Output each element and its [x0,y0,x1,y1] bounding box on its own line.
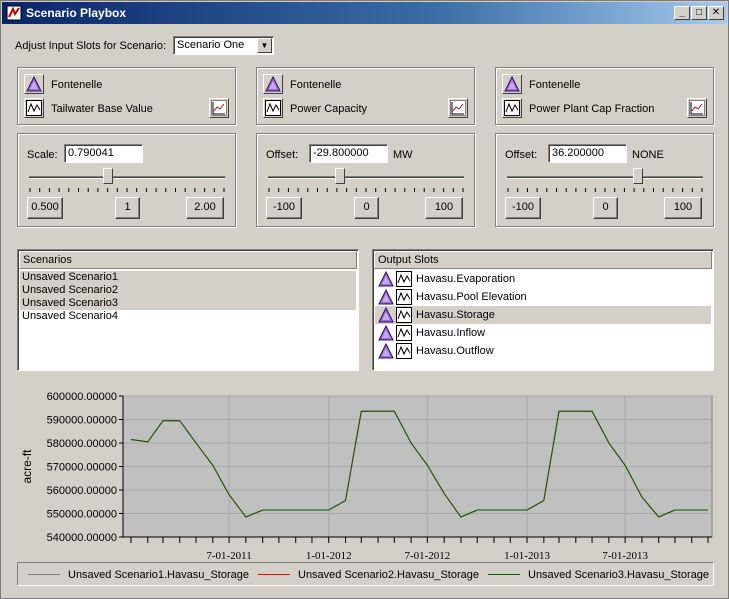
slot-name: Tailwater Base Value [51,103,153,115]
output-slot-row[interactable]: Havasu.Storage [375,306,711,324]
field-label: Offset: [505,149,538,161]
x-tick-label: 7-01-2012 [404,550,450,562]
preset-button[interactable]: 1 [115,197,140,219]
slot-icon[interactable] [502,98,522,118]
y-tick-label: 550000.00000 [47,509,117,521]
adjust-panel: Offset: 36.200000 NONE -100 0 100 [495,133,714,227]
value-input[interactable]: 36.200000 [548,144,627,163]
scenario-row[interactable]: Unsaved Scenario2 [20,284,356,297]
slot-icon[interactable] [263,98,283,118]
window-title: Scenario Playbox [26,6,127,20]
output-slot-label: Havasu.Evaporation [416,273,516,285]
output-slots-header[interactable]: Output Slots [374,251,712,269]
y-tick-label: 540000.00000 [47,532,117,544]
preset-button[interactable]: 2.00 [186,197,224,219]
plot-icon[interactable] [687,98,707,118]
object-icon [378,342,394,365]
preset-button[interactable]: 0 [593,197,618,219]
adjust-panel: Offset: -29.800000 MW -100 0 100 [256,133,475,227]
slider-track[interactable] [507,176,703,179]
plot-icon[interactable] [448,98,468,118]
y-tick-label: 580000.00000 [47,438,117,450]
maximize-button[interactable]: □ [691,6,707,20]
field-label: Offset: [266,149,299,161]
y-tick-label: 590000.00000 [47,415,117,427]
legend-swatch [488,574,520,575]
slot-selector-panel: Fontenelle Power Plant Cap Fraction [495,67,714,125]
object-name: Fontenelle [51,79,103,91]
x-tick-label: 7-01-2011 [206,550,251,562]
legend-label: Unsaved Scenario3.Havasu_Storage [528,569,710,581]
scenario-playbox-window: Scenario Playbox _ □ ✕ Adjust Input Slot… [0,0,729,599]
scenarios-header[interactable]: Scenarios [19,251,357,269]
minimize-button[interactable]: _ [674,6,690,20]
slider-thumb[interactable] [633,168,643,184]
slider-thumb[interactable] [103,168,113,184]
scenario-select[interactable]: Scenario One ▼ [173,36,274,55]
x-tick-label: 1-01-2012 [306,550,352,562]
scenario-row[interactable]: Unsaved Scenario4 [20,310,356,323]
y-tick-label: 560000.00000 [47,485,117,497]
x-tick-label: 1-01-2013 [504,550,550,562]
y-axis-label: acre-ft [20,449,34,484]
output-slot-label: Havasu.Outflow [416,345,494,357]
slot-name: Power Plant Cap Fraction [529,103,655,115]
object-icon[interactable] [24,74,44,94]
chart-legend: Unsaved Scenario1.Havasu_Storage Unsaved … [17,562,714,586]
output-slot-row[interactable]: Havasu.Outflow [375,342,711,360]
output-slot-row[interactable]: Havasu.Pool Elevation [375,288,711,306]
value-input[interactable]: 0.790041 [64,144,143,163]
legend-label: Unsaved Scenario1.Havasu_Storage [68,569,250,581]
output-slot-label: Havasu.Pool Elevation [416,291,527,303]
preset-button[interactable]: 100 [425,197,463,219]
y-tick-label: 600000.00000 [47,391,117,403]
slider-track[interactable] [268,176,464,179]
object-name: Fontenelle [290,79,342,91]
scenario-row[interactable]: Unsaved Scenario3 [20,297,356,310]
slider-ticks [29,188,225,192]
output-slot-row[interactable]: Havasu.Evaporation [375,270,711,288]
output-slots-list[interactable]: Output Slots Havasu.Evaporation Havasu.Po… [372,249,714,371]
unit-label: MW [393,149,413,161]
preset-button[interactable]: -100 [505,197,541,219]
storage-chart: 600000.00000 590000.00000 580000.00000 5700… [17,389,714,575]
preset-button[interactable]: -100 [266,197,302,219]
slot-icon [396,343,412,365]
slot-selector-panel: Fontenelle Power Capacity [256,67,475,125]
riverware-app-icon [6,5,22,21]
preset-button[interactable]: 0 [354,197,379,219]
chevron-down-icon[interactable]: ▼ [257,38,272,53]
legend-swatch [28,574,60,575]
slot-selector-panel: Fontenelle Tailwater Base Value [17,67,236,125]
output-slot-row[interactable]: Havasu.Inflow [375,324,711,342]
close-button[interactable]: ✕ [708,6,724,20]
title-bar[interactable]: Scenario Playbox _ □ ✕ [2,2,727,24]
field-label: Scale: [27,149,58,161]
value-input[interactable]: -29.800000 [309,144,388,163]
slider-thumb[interactable] [335,168,345,184]
slider-ticks [507,188,703,192]
slot-name: Power Capacity [290,103,368,115]
preset-button[interactable]: 100 [664,197,702,219]
slider-ticks [268,188,464,192]
plot-icon[interactable] [209,98,229,118]
y-tick-label: 570000.00000 [47,462,117,474]
scenarios-list[interactable]: Scenarios Unsaved Scenario1 Unsaved Scena… [17,249,359,371]
scenario-row[interactable]: Unsaved Scenario1 [20,271,356,284]
scenario-select-value: Scenario One [177,39,245,51]
output-slot-label: Havasu.Storage [416,309,495,321]
legend-label: Unsaved Scenario2.Havasu_Storage [298,569,480,581]
object-icon[interactable] [263,74,283,94]
slider-track[interactable] [29,176,225,179]
unit-label: NONE [632,149,664,161]
output-slot-label: Havasu.Inflow [416,327,486,339]
adjust-label: Adjust Input Slots for Scenario: [15,40,167,52]
adjust-panel: Scale: 0.790041 0.500 1 2.00 [17,133,236,227]
slot-icon[interactable] [24,98,44,118]
object-icon[interactable] [502,74,522,94]
legend-swatch [258,574,290,575]
preset-button[interactable]: 0.500 [27,197,63,219]
object-name: Fontenelle [529,79,581,91]
x-tick-label: 7-01-2013 [602,550,648,562]
